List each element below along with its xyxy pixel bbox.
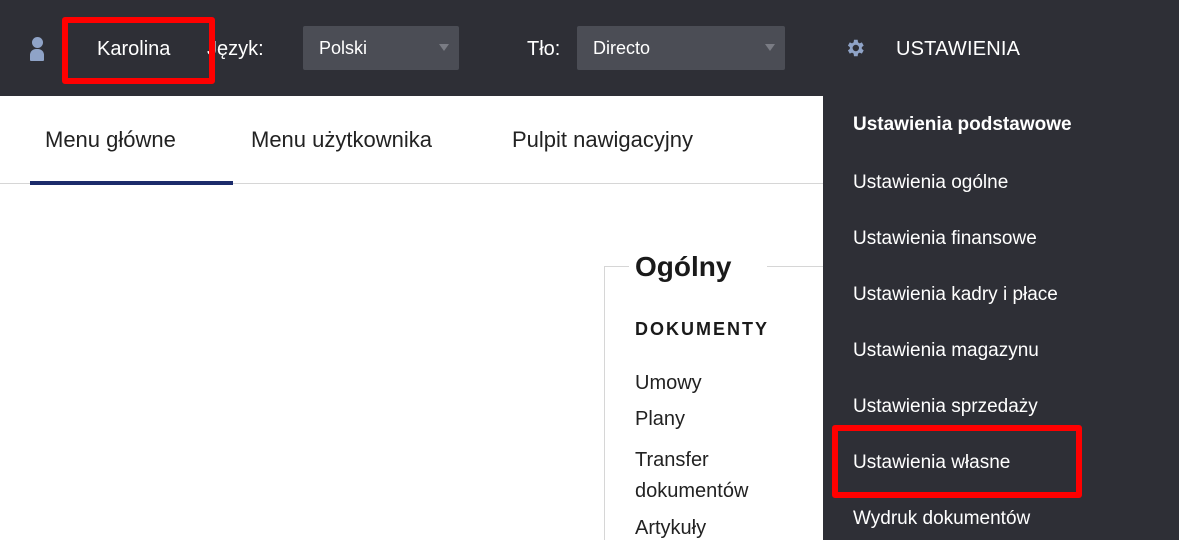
settings-dropdown-menu: Ustawienia podstawowe Ustawienia ogólne … xyxy=(823,96,1179,540)
link-articles[interactable]: Artykuły xyxy=(635,514,706,540)
user-icon xyxy=(30,37,44,61)
language-select[interactable]: Polski xyxy=(303,26,459,70)
language-select-value: Polski xyxy=(319,38,368,58)
menu-item-general-settings[interactable]: Ustawienia ogólne xyxy=(853,171,1008,195)
section-title-documents: DOKUMENTY xyxy=(635,319,769,339)
panel-border-top-left xyxy=(604,266,629,267)
link-contracts[interactable]: Umowy xyxy=(635,369,702,397)
chevron-down-icon xyxy=(765,44,775,51)
settings-menu-link[interactable]: USTAWIENIA xyxy=(896,36,1020,62)
menu-item-financial-settings[interactable]: Ustawienia finansowe xyxy=(853,227,1037,251)
link-document-transfer-line2[interactable]: dokumentów xyxy=(635,477,748,505)
active-tab-indicator xyxy=(30,181,233,185)
menu-item-custom-settings[interactable]: Ustawienia własne xyxy=(853,451,1010,475)
tab-dashboard[interactable]: Pulpit nawigacyjny xyxy=(512,126,693,154)
menu-item-sales-settings[interactable]: Ustawienia sprzedaży xyxy=(853,395,1038,419)
panel-border-left xyxy=(604,266,605,540)
menu-item-document-printing[interactable]: Wydruk dokumentów xyxy=(853,507,1030,531)
panel-border-top-right xyxy=(767,266,823,267)
menu-item-basic-settings[interactable]: Ustawienia podstawowe xyxy=(853,113,1072,137)
link-document-transfer[interactable]: Transfer xyxy=(635,446,709,474)
link-plans[interactable]: Plany xyxy=(635,405,685,433)
tab-main-menu[interactable]: Menu główne xyxy=(45,126,176,154)
language-label: Język: xyxy=(207,38,264,60)
gear-icon[interactable] xyxy=(844,37,866,59)
background-label: Tło: xyxy=(527,38,561,60)
background-select[interactable]: Directo xyxy=(577,26,785,70)
main-tabs: Menu główne Menu użytkownika Pulpit nawi… xyxy=(0,96,823,185)
top-bar: Karolina Język: Polski Tło: Directo USTA… xyxy=(0,0,1179,96)
panel-title: Ogólny xyxy=(635,251,732,282)
menu-item-hr-payroll-settings[interactable]: Ustawienia kadry i płace xyxy=(853,283,1058,307)
tab-user-menu[interactable]: Menu użytkownika xyxy=(251,126,432,154)
menu-item-warehouse-settings[interactable]: Ustawienia magazynu xyxy=(853,339,1039,363)
chevron-down-icon xyxy=(439,44,449,51)
background-select-value: Directo xyxy=(593,38,651,58)
user-name-link[interactable]: Karolina xyxy=(97,36,170,62)
